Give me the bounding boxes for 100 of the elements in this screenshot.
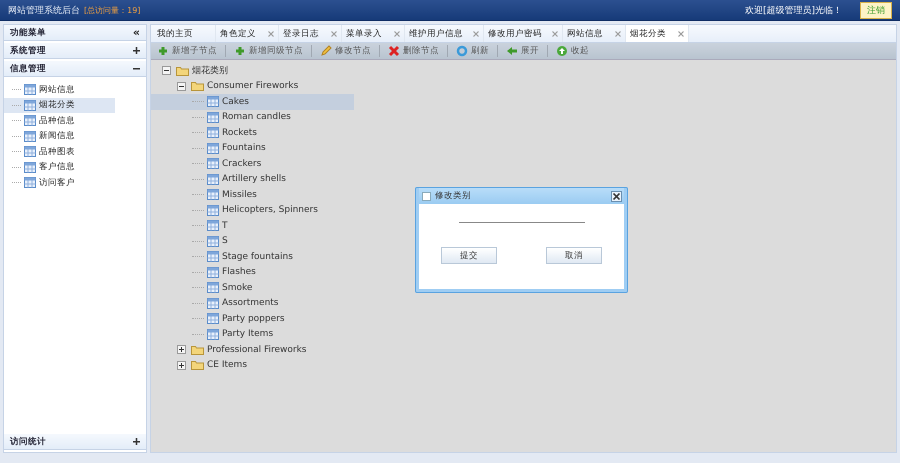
toolbar-button[interactable]: 展开 bbox=[504, 45, 541, 57]
tab[interactable]: 登录日志 bbox=[279, 25, 342, 42]
tab[interactable]: 烟花分类 bbox=[626, 25, 689, 42]
tree-node[interactable]: 烟花类别 bbox=[151, 63, 354, 78]
close-icon bbox=[613, 192, 620, 200]
menu-item[interactable]: 烟花分类 bbox=[4, 98, 115, 113]
tree-node[interactable]: Party poppers bbox=[151, 311, 354, 326]
dialog-button[interactable]: 取消 bbox=[546, 247, 602, 264]
close-button[interactable] bbox=[611, 190, 622, 202]
folder-icon bbox=[191, 360, 204, 370]
table-icon bbox=[207, 251, 219, 262]
tab[interactable]: 我的主页 bbox=[153, 25, 216, 42]
plus-icon bbox=[157, 45, 169, 57]
menu-group-title: 信息管理 bbox=[10, 62, 46, 74]
table-icon bbox=[207, 328, 219, 340]
dialog-button[interactable]: 提交 bbox=[441, 247, 497, 264]
table-icon bbox=[207, 298, 219, 309]
table-icon bbox=[207, 189, 219, 200]
tree-node[interactable]: Flashes bbox=[151, 264, 354, 280]
table-icon bbox=[24, 100, 36, 111]
expand-toggle-icon[interactable] bbox=[177, 360, 186, 370]
arrow-icon bbox=[506, 45, 518, 57]
close-icon[interactable] bbox=[615, 30, 621, 36]
table-icon bbox=[207, 112, 219, 123]
table-icon bbox=[24, 162, 36, 173]
folder-icon bbox=[176, 66, 189, 76]
tree-node[interactable]: Consumer Fireworks bbox=[151, 78, 354, 94]
toolbar-button[interactable]: 删除节点 bbox=[386, 45, 441, 57]
menu-item[interactable]: 访问客户 bbox=[4, 175, 115, 190]
plus-icon bbox=[234, 45, 246, 57]
menu-item[interactable]: 网站信息 bbox=[4, 82, 115, 98]
table-icon bbox=[24, 130, 36, 142]
tab[interactable]: 菜单录入 bbox=[342, 25, 405, 42]
plus-icon[interactable] bbox=[133, 47, 140, 54]
expand-toggle-icon[interactable] bbox=[177, 345, 186, 354]
menu-group-title: 访问统计 bbox=[10, 436, 46, 448]
table-icon bbox=[207, 174, 219, 185]
menu-item[interactable]: 客户信息 bbox=[4, 160, 115, 175]
table-icon bbox=[24, 115, 36, 126]
table-icon bbox=[207, 204, 219, 216]
tree-node[interactable]: Crackers bbox=[151, 156, 354, 172]
minus-icon[interactable] bbox=[133, 65, 140, 72]
toolbar-button[interactable]: 刷新 bbox=[454, 45, 491, 57]
welcome-text: 欢迎[超级管理员]光临！ bbox=[744, 4, 842, 16]
sidebar-title: 功能菜单 bbox=[10, 26, 46, 38]
tree-node[interactable]: Stage fountains bbox=[151, 249, 354, 264]
tree-node[interactable]: Missiles bbox=[151, 187, 354, 202]
folder-icon bbox=[191, 81, 204, 92]
table-icon bbox=[24, 84, 36, 96]
pencil-icon bbox=[320, 45, 332, 57]
table-icon bbox=[207, 313, 219, 324]
tree-node[interactable]: Smoke bbox=[151, 280, 354, 296]
tree-node[interactable]: Artillery shells bbox=[151, 172, 354, 187]
close-icon[interactable] bbox=[268, 30, 274, 36]
collapse-toggle-icon[interactable] bbox=[177, 82, 186, 91]
menu-item[interactable]: 品种信息 bbox=[4, 113, 115, 128]
tree-node[interactable]: S bbox=[151, 234, 354, 249]
tree-node[interactable]: Party Items bbox=[151, 326, 354, 342]
menu-group-header[interactable]: 访问统计 bbox=[4, 434, 146, 450]
cross-icon bbox=[388, 45, 400, 57]
close-icon[interactable] bbox=[552, 30, 558, 36]
tree-node[interactable]: Assortments bbox=[151, 296, 354, 311]
close-icon[interactable] bbox=[473, 30, 479, 36]
tree-node[interactable]: Roman candles bbox=[151, 110, 354, 125]
table-icon bbox=[207, 266, 219, 278]
collapse-button[interactable]: « bbox=[132, 26, 140, 39]
toolbar-button[interactable]: 新增子节点 bbox=[155, 45, 219, 57]
tab[interactable]: 角色定义 bbox=[216, 25, 279, 42]
close-icon[interactable] bbox=[394, 30, 400, 36]
tree-node[interactable]: Professional Fireworks bbox=[151, 342, 354, 358]
tree-node[interactable]: Cakes bbox=[151, 94, 354, 110]
table-icon bbox=[24, 146, 36, 158]
table-icon bbox=[207, 220, 219, 232]
plus-icon[interactable] bbox=[133, 438, 140, 445]
table-icon bbox=[207, 142, 219, 154]
menu-item[interactable]: 新闻信息 bbox=[4, 128, 115, 144]
tree-node[interactable]: T bbox=[151, 218, 354, 234]
menu-group-header[interactable]: 系统管理 bbox=[4, 43, 146, 59]
folder-icon bbox=[191, 344, 204, 355]
table-icon bbox=[207, 127, 219, 138]
tree-node[interactable]: Rockets bbox=[151, 125, 354, 140]
tab[interactable]: 维护用户信息 bbox=[405, 25, 484, 42]
menu-group-header[interactable]: 信息管理 bbox=[4, 61, 146, 77]
menu-group-title: 系统管理 bbox=[10, 44, 46, 56]
tree-node[interactable]: CE Items bbox=[151, 358, 354, 373]
tree-node[interactable]: Fountains bbox=[151, 140, 354, 156]
close-icon[interactable] bbox=[678, 30, 684, 36]
tree-node[interactable]: Helicopters, Spinners bbox=[151, 202, 354, 218]
toolbar-button[interactable]: 收起 bbox=[554, 45, 591, 57]
collapse-toggle-icon[interactable] bbox=[162, 66, 171, 76]
toolbar-button[interactable]: 新增同级节点 bbox=[232, 45, 305, 57]
menu-item[interactable]: 品种图表 bbox=[4, 144, 115, 160]
visit-count: [总访问量：19] bbox=[84, 4, 140, 16]
table-icon bbox=[207, 282, 219, 294]
table-icon bbox=[207, 158, 219, 170]
tab[interactable]: 修改用户密码 bbox=[484, 25, 563, 42]
toolbar-button[interactable]: 修改节点 bbox=[318, 45, 373, 57]
up-arrow-icon bbox=[556, 45, 568, 57]
close-icon[interactable] bbox=[331, 30, 337, 36]
dialog-title: 修改类别 bbox=[435, 190, 472, 202]
